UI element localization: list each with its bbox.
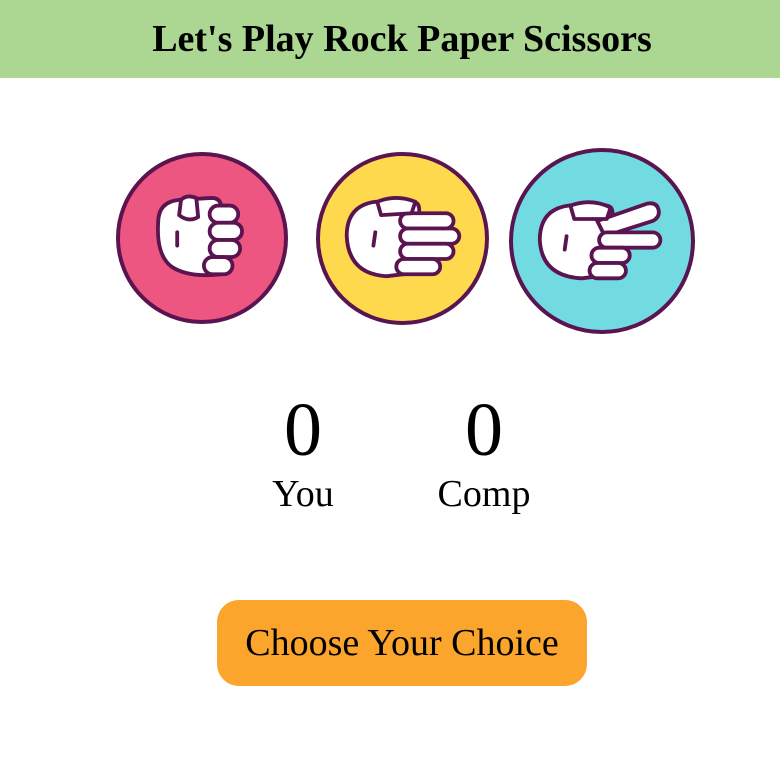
paper-hand-icon bbox=[344, 196, 462, 279]
user-score-value: 0 bbox=[284, 388, 322, 472]
page-title: Let's Play Rock Paper Scissors bbox=[152, 18, 652, 60]
user-score-label: You bbox=[272, 473, 334, 515]
comp-score: 0 Comp bbox=[409, 392, 559, 516]
scissors-hand-icon bbox=[537, 200, 663, 281]
rock-choice-button[interactable] bbox=[116, 152, 288, 324]
user-score: 0 You bbox=[228, 392, 378, 516]
paper-choice-button[interactable] bbox=[316, 152, 489, 325]
comp-score-label: Comp bbox=[437, 473, 531, 515]
rock-hand-icon bbox=[156, 194, 244, 278]
message-text: Choose Your Choice bbox=[245, 622, 559, 664]
app-header: Let's Play Rock Paper Scissors bbox=[0, 0, 780, 78]
scissors-choice-button[interactable] bbox=[509, 148, 695, 334]
message-box: Choose Your Choice bbox=[217, 600, 587, 686]
comp-score-value: 0 bbox=[465, 388, 503, 472]
